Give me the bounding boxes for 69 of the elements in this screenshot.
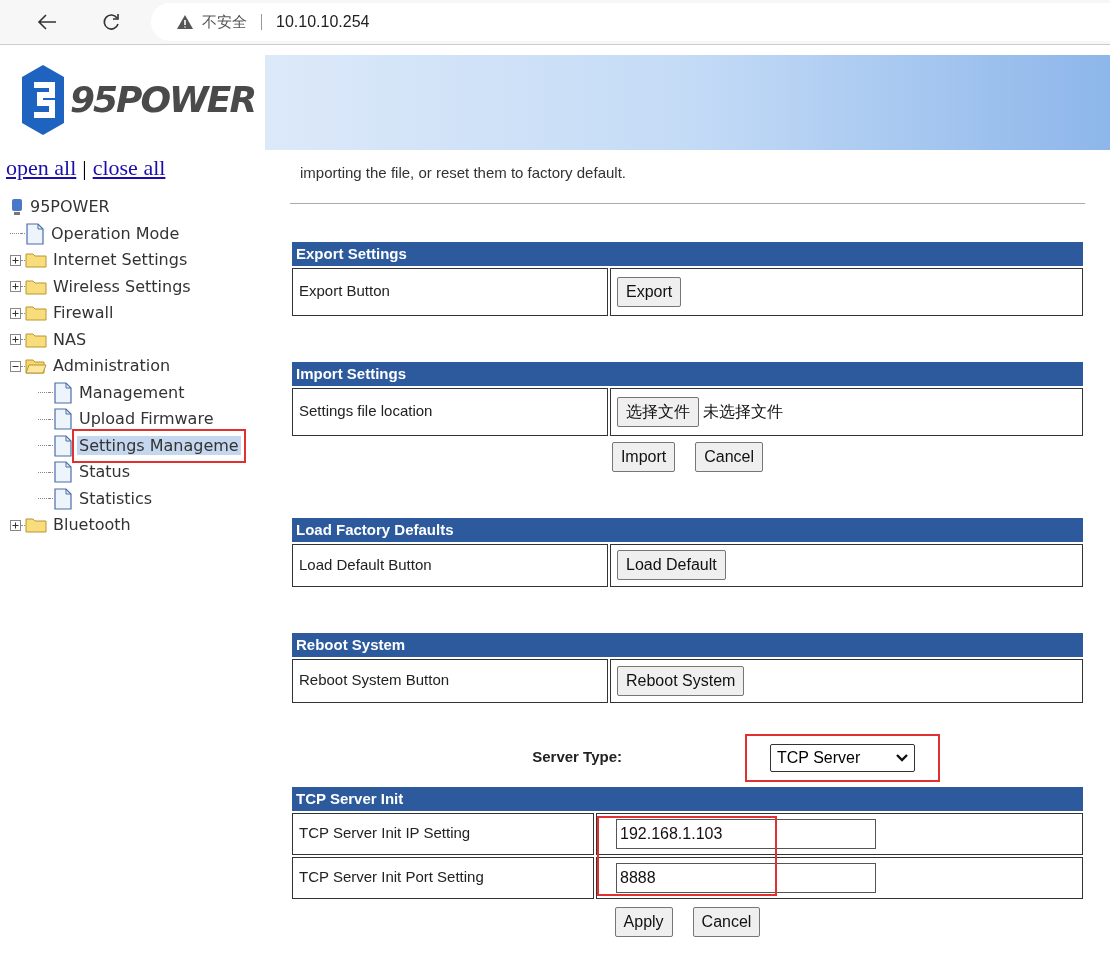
tree-root[interactable]: 95POWER xyxy=(30,195,110,220)
page-icon xyxy=(53,487,73,510)
tree-item[interactable]: Settings Manageme xyxy=(77,435,241,455)
page-icon xyxy=(53,408,73,431)
tree-link[interactable]: close all xyxy=(92,150,166,184)
label-cell: Load Default Button xyxy=(292,543,608,587)
chevron-down-icon xyxy=(896,753,908,762)
tree-item[interactable]: Wireless Settings xyxy=(51,276,193,296)
tree-link[interactable]: open all xyxy=(6,150,77,184)
label-cell: TCP Server Init Port Setting xyxy=(292,856,594,899)
logo-text: 95POWER xyxy=(70,78,256,122)
form-button[interactable]: 选择文件 xyxy=(617,396,699,427)
reload-icon[interactable] xyxy=(101,12,121,32)
page-icon xyxy=(53,381,73,404)
folder-icon xyxy=(25,304,47,323)
page-icon xyxy=(25,222,45,245)
tree-item[interactable]: Upload Firmware xyxy=(77,409,216,429)
tree-item[interactable]: Operation Mode xyxy=(49,223,182,243)
form-button[interactable]: Apply xyxy=(614,906,673,937)
server-type-label: Server Type: xyxy=(531,747,623,768)
form-button[interactable]: Cancel xyxy=(692,906,761,937)
label-cell: Export Button xyxy=(292,267,608,316)
expand-icon[interactable] xyxy=(10,307,21,319)
folder-icon xyxy=(25,277,47,296)
logo-icon xyxy=(20,63,66,137)
server-type-select[interactable]: TCP Server xyxy=(770,743,915,772)
tree-item[interactable]: Internet Settings xyxy=(51,250,190,270)
link-separator: | xyxy=(82,153,87,182)
page-icon xyxy=(53,434,73,457)
expand-icon[interactable] xyxy=(10,281,21,293)
back-icon[interactable] xyxy=(37,13,57,31)
folder-icon xyxy=(25,516,47,535)
section-header: Reboot System xyxy=(292,632,1083,657)
form-button[interactable]: Load Default xyxy=(617,550,726,580)
tree-item[interactable]: Management xyxy=(77,382,187,402)
section-header: Export Settings xyxy=(292,241,1083,266)
address-bar[interactable]: 不安全 10.10.10.254 xyxy=(151,3,1110,41)
open-folder-icon xyxy=(25,357,47,376)
security-label: 不安全 xyxy=(202,11,247,32)
label-cell: Reboot System Button xyxy=(292,658,608,703)
page-icon xyxy=(53,461,73,484)
folder-icon xyxy=(25,330,47,349)
section-header: Import Settings xyxy=(292,361,1083,386)
text-input[interactable]: 192.168.1.103 xyxy=(616,818,876,849)
collapse-icon[interactable] xyxy=(10,360,21,372)
file-status: 未选择文件 xyxy=(703,401,783,422)
form-button[interactable]: Export xyxy=(617,276,682,307)
tree-item[interactable]: Status xyxy=(77,462,132,482)
tree-item[interactable]: Statistics xyxy=(77,488,155,508)
expand-icon[interactable] xyxy=(10,254,21,266)
tree-item[interactable]: Firewall xyxy=(51,303,116,323)
label-cell: TCP Server Init IP Setting xyxy=(292,812,594,855)
form-button[interactable]: Reboot System xyxy=(617,665,745,696)
expand-icon[interactable] xyxy=(10,519,21,531)
section-header: TCP Server Init xyxy=(292,786,1083,811)
url-text: 10.10.10.254 xyxy=(276,12,370,32)
expand-icon[interactable] xyxy=(10,334,21,346)
form-button[interactable]: Import xyxy=(611,441,676,472)
tree-item[interactable]: Administration xyxy=(51,356,173,376)
tree-item[interactable]: Bluetooth xyxy=(51,515,133,535)
label-cell: Settings file location xyxy=(292,387,608,436)
computer-icon xyxy=(10,198,24,217)
folder-icon xyxy=(25,251,47,270)
intro-text: importing the file, or reset them to factory default. xyxy=(299,163,627,183)
form-button[interactable]: Cancel xyxy=(695,441,764,472)
warning-icon xyxy=(176,14,194,30)
text-input[interactable]: 8888 xyxy=(616,862,876,893)
section-header: Load Factory Defaults xyxy=(292,517,1083,542)
tree-item[interactable]: NAS xyxy=(51,329,89,349)
